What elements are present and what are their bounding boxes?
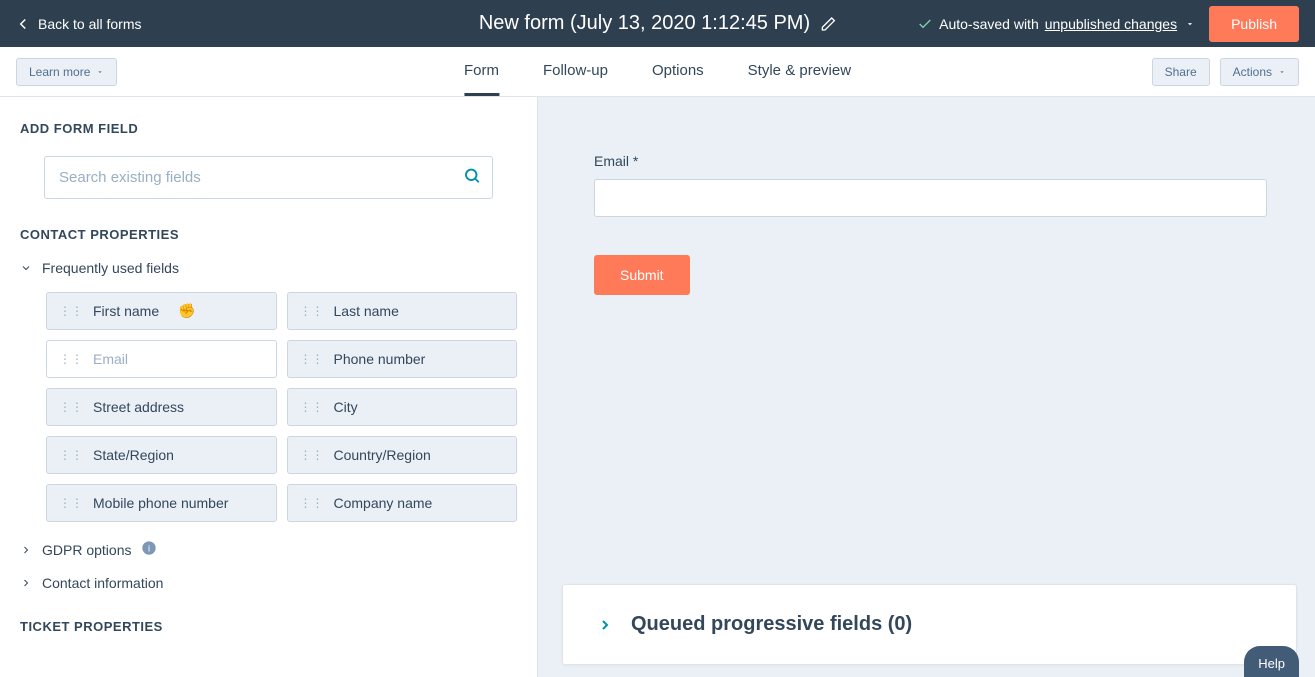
- search-icon[interactable]: [463, 166, 481, 189]
- chevron-right-icon: [20, 577, 32, 589]
- field-label: First name: [93, 303, 159, 319]
- grip-icon: ⋮⋮: [300, 454, 324, 457]
- actions-button[interactable]: Actions: [1220, 58, 1299, 86]
- queued-title: Queued progressive fields (0): [631, 613, 912, 636]
- share-button[interactable]: Share: [1152, 58, 1210, 86]
- info-icon[interactable]: i: [141, 540, 157, 559]
- svg-text:i: i: [148, 543, 150, 553]
- field-company-name[interactable]: ⋮⋮ Company name: [287, 484, 518, 522]
- grip-icon: ⋮⋮: [59, 454, 83, 457]
- field-phone-number[interactable]: ⋮⋮ Phone number: [287, 340, 518, 378]
- learn-more-button[interactable]: Learn more: [16, 58, 117, 86]
- tab-options[interactable]: Options: [652, 48, 704, 96]
- frequently-used-label: Frequently used fields: [42, 260, 179, 276]
- field-state-region[interactable]: ⋮⋮ State/Region: [46, 436, 277, 474]
- check-icon: [917, 16, 933, 32]
- field-label: Street address: [93, 399, 184, 415]
- queued-progressive-card[interactable]: Queued progressive fields (0): [562, 584, 1297, 665]
- gdpr-label: GDPR options: [42, 542, 131, 558]
- grip-icon: ⋮⋮: [300, 406, 324, 409]
- contact-information-toggle[interactable]: Contact information: [20, 575, 517, 591]
- field-street-address[interactable]: ⋮⋮ Street address: [46, 388, 277, 426]
- field-grid: ⋮⋮ First name ✊ ⋮⋮ Last name ⋮⋮ Email ⋮⋮…: [46, 292, 517, 522]
- publish-button[interactable]: Publish: [1209, 6, 1299, 42]
- grip-icon: ⋮⋮: [300, 310, 324, 313]
- frequently-used-toggle[interactable]: Frequently used fields: [20, 260, 517, 276]
- field-label: Country/Region: [334, 447, 431, 463]
- grip-icon: ⋮⋮: [59, 502, 83, 505]
- main-area: ADD FORM FIELD CONTACT PROPERTIES Freque…: [0, 97, 1315, 677]
- back-to-forms-link[interactable]: Back to all forms: [8, 11, 147, 37]
- help-button[interactable]: Help: [1244, 646, 1299, 677]
- field-last-name[interactable]: ⋮⋮ Last name: [287, 292, 518, 330]
- field-first-name[interactable]: ⋮⋮ First name ✊: [46, 292, 277, 330]
- field-country-region[interactable]: ⋮⋮ Country/Region: [287, 436, 518, 474]
- caret-down-icon: [1185, 19, 1195, 29]
- grip-icon: ⋮⋮: [300, 358, 324, 361]
- grip-icon: ⋮⋮: [300, 502, 324, 505]
- tab-style-preview[interactable]: Style & preview: [748, 48, 851, 96]
- chevron-right-icon: [597, 617, 613, 633]
- contact-info-label: Contact information: [42, 575, 163, 591]
- grip-icon: ⋮⋮: [59, 310, 83, 313]
- field-label: Mobile phone number: [93, 495, 228, 511]
- tab-follow-up[interactable]: Follow-up: [543, 48, 608, 96]
- email-input[interactable]: [594, 179, 1267, 217]
- back-label: Back to all forms: [38, 16, 141, 32]
- autosave-prefix: Auto-saved with: [939, 16, 1039, 32]
- chevron-down-icon: [20, 262, 32, 274]
- field-city[interactable]: ⋮⋮ City: [287, 388, 518, 426]
- search-wrap: [44, 156, 493, 199]
- right-panel: Email * Submit Queued progressive fields…: [538, 97, 1315, 677]
- grip-icon: ⋮⋮: [59, 406, 83, 409]
- tab-form[interactable]: Form: [464, 48, 499, 96]
- field-label: Phone number: [334, 351, 426, 367]
- form-preview: Email * Submit: [538, 97, 1315, 557]
- grip-icon: ⋮⋮: [59, 358, 83, 361]
- field-label: City: [334, 399, 358, 415]
- gdpr-options-toggle[interactable]: GDPR options i: [20, 540, 517, 559]
- field-mobile-phone[interactable]: ⋮⋮ Mobile phone number: [46, 484, 277, 522]
- chevron-left-icon: [14, 15, 32, 33]
- ticket-properties-header: TICKET PROPERTIES: [20, 619, 517, 634]
- page-title-wrap: New form (July 13, 2020 1:12:45 PM): [479, 12, 836, 35]
- left-panel: ADD FORM FIELD CONTACT PROPERTIES Freque…: [0, 97, 538, 677]
- autosave-link-text: unpublished changes: [1045, 16, 1177, 32]
- page-title: New form (July 13, 2020 1:12:45 PM): [479, 12, 810, 35]
- field-email[interactable]: ⋮⋮ Email: [46, 340, 277, 378]
- search-input[interactable]: [44, 156, 493, 199]
- email-field-label: Email *: [594, 153, 1267, 169]
- chevron-right-icon: [20, 544, 32, 556]
- field-label: Last name: [334, 303, 399, 319]
- top-right-group: Auto-saved with unpublished changes Publ…: [917, 6, 1299, 42]
- toolbar-right: Share Actions: [1152, 58, 1299, 86]
- field-label: Company name: [334, 495, 433, 511]
- learn-more-label: Learn more: [29, 65, 90, 79]
- submit-button[interactable]: Submit: [594, 255, 690, 295]
- caret-down-icon: [1278, 68, 1286, 76]
- field-label: State/Region: [93, 447, 174, 463]
- autosave-status[interactable]: Auto-saved with unpublished changes: [917, 16, 1195, 32]
- pencil-icon[interactable]: [820, 16, 836, 32]
- contact-properties-header: CONTACT PROPERTIES: [20, 227, 517, 242]
- tabs: Form Follow-up Options Style & preview: [464, 48, 851, 96]
- top-bar: Back to all forms New form (July 13, 202…: [0, 0, 1315, 47]
- grab-cursor-icon: ✊: [178, 303, 195, 320]
- caret-down-icon: [96, 68, 104, 76]
- add-field-header: ADD FORM FIELD: [20, 121, 517, 136]
- field-label: Email: [93, 351, 128, 367]
- actions-label: Actions: [1233, 65, 1272, 79]
- toolbar: Learn more Form Follow-up Options Style …: [0, 47, 1315, 97]
